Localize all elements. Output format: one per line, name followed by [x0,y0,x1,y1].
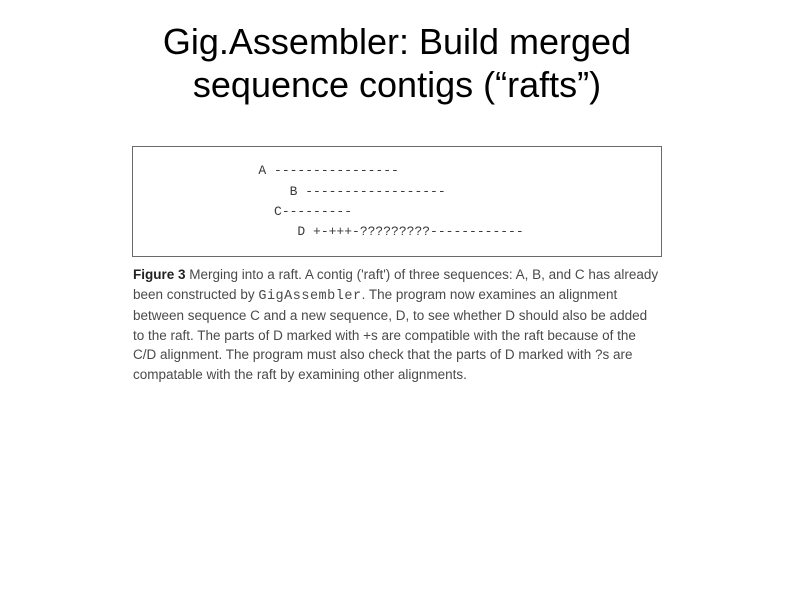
figure-caption: Figure 3 Merging into a raft. A contig (… [132,263,662,384]
slide-title: Gig.Assembler: Build merged sequence con… [50,20,744,106]
figure-container: A ---------------- B ------------------ … [132,146,662,384]
diagram-box: A ---------------- B ------------------ … [132,146,662,257]
figure-label: Figure 3 [133,267,186,282]
sequence-alignment-diagram: A ---------------- B ------------------ … [157,161,637,242]
program-name: GigAssembler [258,289,361,304]
